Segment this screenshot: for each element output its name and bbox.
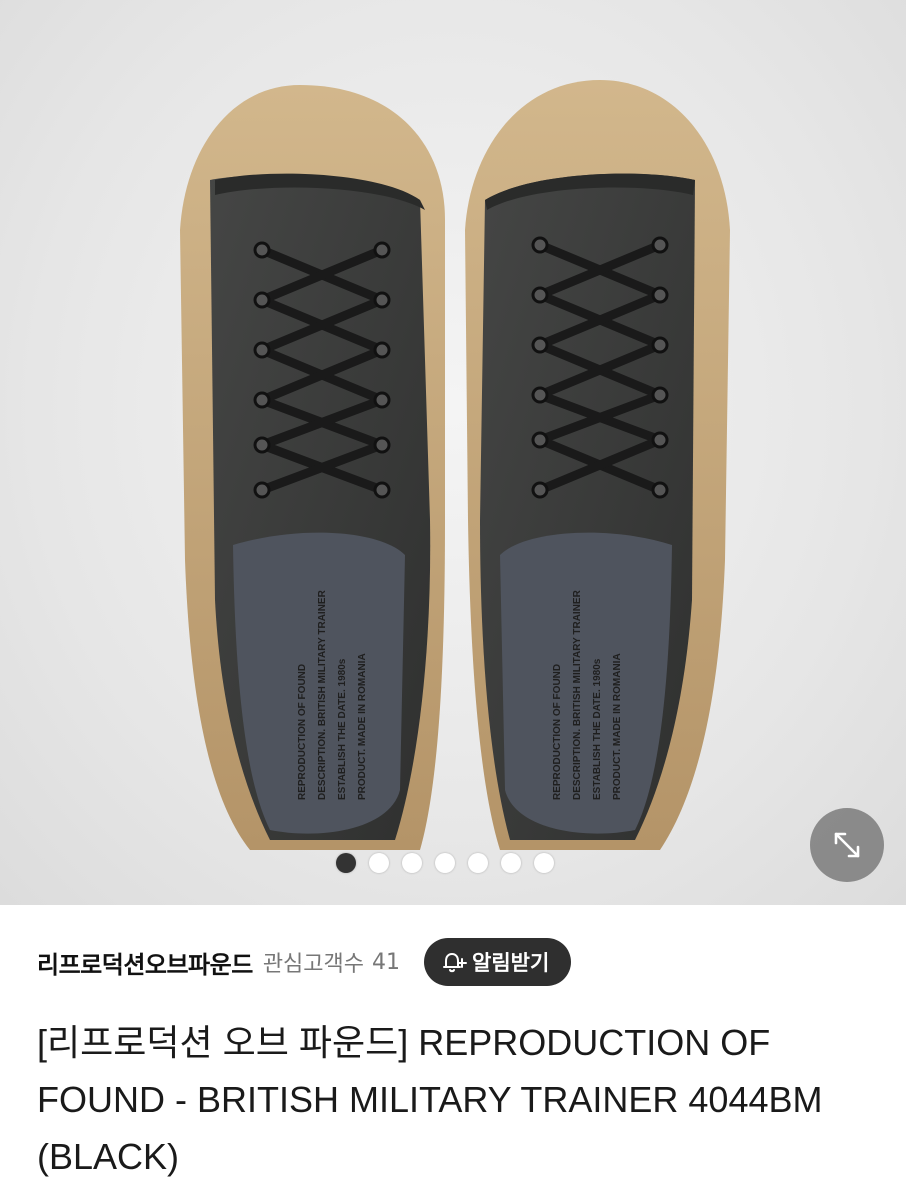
shop-info-row: 리프로덕션오브파운드 관심고객수 41 알림받기 [37,938,876,986]
svg-text:DESCRIPTION. BRITISH MILITARY: DESCRIPTION. BRITISH MILITARY TRAINER [317,589,328,800]
pagination-dot-7[interactable] [534,853,554,873]
bell-plus-icon [443,953,468,973]
svg-text:ESTABLISH THE DATE. 1980s: ESTABLISH THE DATE. 1980s [337,658,348,800]
shop-name[interactable]: 리프로덕션오브파운드 [37,945,253,980]
expand-image-button[interactable] [810,808,884,882]
svg-text:ESTABLISH THE DATE. 1980s: ESTABLISH THE DATE. 1980s [592,658,603,800]
follower-label: 관심고객수 [262,952,365,977]
product-photo: REPRODUCTION OF FOUND DESCRIPTION. BRITI… [180,80,730,850]
pagination-dot-4[interactable] [435,853,455,873]
notify-button[interactable]: 알림받기 [424,938,572,986]
svg-text:REPRODUCTION OF FOUND: REPRODUCTION OF FOUND [552,664,563,800]
svg-text:DESCRIPTION. BRITISH MILITARY: DESCRIPTION. BRITISH MILITARY TRAINER [572,589,583,800]
svg-text:REPRODUCTION OF FOUND: REPRODUCTION OF FOUND [297,664,308,800]
svg-text:PRODUCT. MADE IN ROMANIA: PRODUCT. MADE IN ROMANIA [612,653,623,800]
left-shoe: REPRODUCTION OF FOUND DESCRIPTION. BRITI… [180,85,445,850]
product-title: [리프로덕션 오브 파운드] REPRODUCTION OF FOUND - B… [37,1022,823,1177]
pagination-dot-6[interactable] [501,853,521,873]
gallery-pagination [336,852,554,874]
notify-button-label: 알림받기 [472,951,550,975]
pagination-dot-1[interactable] [336,853,356,873]
pagination-dot-2[interactable] [369,853,389,873]
product-image-gallery[interactable]: REPRODUCTION OF FOUND DESCRIPTION. BRITI… [0,0,906,905]
pagination-dot-3[interactable] [402,853,422,873]
pagination-dot-5[interactable] [468,853,488,873]
right-shoe: REPRODUCTION OF FOUND DESCRIPTION. BRITI… [465,80,730,850]
svg-text:PRODUCT. MADE IN ROMANIA: PRODUCT. MADE IN ROMANIA [357,653,368,800]
expand-arrows-icon [834,832,860,858]
follower-count: 41 [372,949,401,975]
